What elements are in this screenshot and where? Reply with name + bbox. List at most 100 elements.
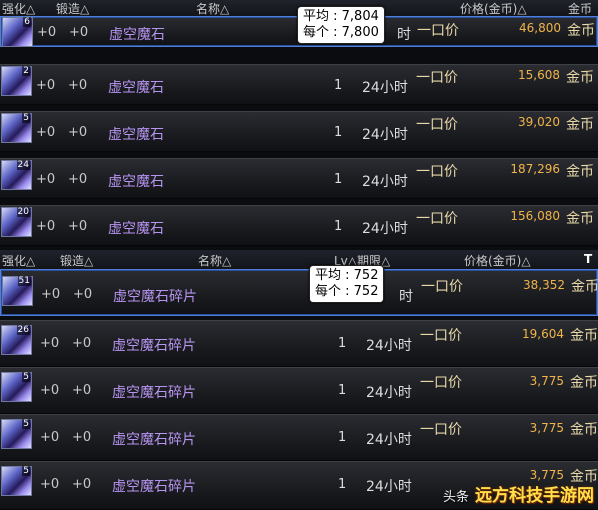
avg-label: 平均 : [315, 268, 354, 283]
level: 1 [338, 383, 347, 398]
item-name: 虚空魔石碎片 [112, 338, 196, 354]
price: 156,080 [510, 209, 560, 223]
price-tooltip: 平均 : 752 每个 : 752 [309, 265, 385, 303]
price-type: 一口价 [417, 23, 459, 39]
table-row[interactable]: 24 +0 +0 虚空魔石 1 24小时 一口价 187,296 金币 [0, 158, 598, 199]
price: 39,020 [518, 115, 560, 129]
currency: 金币 [566, 70, 594, 86]
duration: 24小时 [362, 127, 408, 143]
enhance-value: +0 [40, 336, 60, 351]
sort-forge[interactable]: 锻造△ [56, 0, 89, 17]
void-crystal-icon: 6 [2, 17, 33, 47]
item-name: 虚空魔石 [109, 27, 165, 43]
enhance-value: +0 [36, 172, 56, 187]
forge-value: +0 [69, 25, 89, 40]
void-shard-icon: 5 [1, 466, 32, 496]
duration: 24小时 [366, 338, 412, 354]
sort-price[interactable]: 价格(金币)△ [464, 252, 531, 269]
level: 1 [334, 125, 343, 140]
void-crystal-icon: 5 [1, 113, 32, 143]
enhance-value: +0 [40, 383, 60, 398]
level: 1 [338, 477, 347, 492]
duration: 24小时 [362, 221, 408, 237]
price-type: 一口价 [416, 117, 458, 133]
forge-value: +0 [72, 430, 92, 445]
sort-enhance[interactable]: 强化△ [2, 252, 35, 269]
forge-value: +0 [68, 78, 88, 93]
forge-value: +0 [68, 125, 88, 140]
void-shard-icon: 5 [1, 419, 32, 449]
table-row[interactable]: 20 +0 +0 虚空魔石 1 24小时 一口价 156,080 金币 [0, 205, 598, 246]
item-name: 虚空魔石碎片 [112, 479, 196, 495]
currency-header: T [584, 252, 593, 266]
table-row[interactable]: 26 +0 +0 虚空魔石碎片 1 24小时 一口价 19,604 金币 [0, 320, 598, 367]
watermark-prefix: 头条 [442, 490, 469, 505]
enhance-value: +0 [36, 219, 56, 234]
avg-label: 平均 : [303, 9, 342, 24]
sort-enhance[interactable]: 强化△ [2, 0, 35, 17]
price-type: 一口价 [420, 328, 462, 344]
table-row[interactable]: 5 +0 +0 虚空魔石碎片 1 24小时 一口价 3,775 金币 [0, 414, 598, 461]
void-shard-icon: 5 [1, 372, 32, 402]
price: 15,608 [518, 68, 560, 82]
each-label: 每个 : [303, 25, 342, 40]
enhance-value: +0 [40, 430, 60, 445]
sort-forge[interactable]: 锻造△ [60, 252, 93, 269]
currency: 金币 [570, 328, 598, 344]
table-row[interactable]: 5 +0 +0 虚空魔石碎片 1 24小时 一口价 3,775 金币 [0, 367, 598, 414]
void-crystal-icon: 20 [1, 207, 32, 237]
item-name: 虚空魔石 [108, 127, 164, 143]
level: 1 [338, 336, 347, 351]
enhance-value: +0 [40, 477, 60, 492]
table-row[interactable]: 2 +0 +0 虚空魔石 1 24小时 一口价 15,608 金币 [0, 64, 598, 105]
forge-value: +0 [72, 336, 92, 351]
table-header: 强化△ 锻造△ 名称△ Lv△期限△ 价格(金币)△ T [0, 250, 598, 270]
duration: 时 [397, 27, 411, 43]
sort-name[interactable]: 名称△ [196, 0, 229, 17]
price: 3,775 [529, 421, 564, 435]
forge-value: +0 [72, 477, 92, 492]
void-shard-icon: 51 [2, 276, 33, 306]
each-label: 每个 : [315, 284, 354, 299]
item-name: 虚空魔石碎片 [112, 432, 196, 448]
enhance-value: +0 [36, 78, 56, 93]
table-row[interactable]: 51 +0 +0 虚空魔石碎片 时 一口价 38,352 金币 [0, 269, 598, 316]
price: 38,352 [523, 278, 565, 292]
void-shard-icon: 26 [1, 325, 32, 355]
sort-name[interactable]: 名称△ [198, 252, 231, 269]
sort-price[interactable]: 价格(金币)△ [460, 0, 527, 17]
level: 1 [334, 172, 343, 187]
forge-value: +0 [72, 383, 92, 398]
item-name: 虚空魔石 [108, 221, 164, 237]
duration: 24小时 [366, 432, 412, 448]
price-tooltip: 平均 : 7,804 每个 : 7,800 [297, 6, 385, 44]
currency: 金币 [570, 422, 598, 438]
watermark-text: 远方科技手游网 [475, 486, 594, 506]
forge-value: +0 [68, 172, 88, 187]
table-row[interactable]: 5 +0 +0 虚空魔石 1 24小时 一口价 39,020 金币 [0, 111, 598, 152]
enhance-value: +0 [41, 287, 61, 302]
price-type: 一口价 [416, 70, 458, 86]
void-crystal-icon: 2 [1, 66, 32, 96]
price: 3,775 [529, 468, 564, 482]
currency: 金币 [566, 117, 594, 133]
price: 46,800 [519, 21, 561, 35]
each-value: 7,800 [341, 25, 379, 40]
price-type: 一口价 [416, 164, 458, 180]
item-name: 虚空魔石 [108, 174, 164, 190]
currency-header: 金币 [568, 2, 593, 16]
avg-value: 752 [353, 268, 379, 283]
duration: 24小时 [366, 479, 412, 495]
currency: 金币 [571, 279, 598, 295]
each-value: 752 [353, 284, 379, 299]
level: 1 [334, 78, 343, 93]
price-type: 一口价 [420, 375, 462, 391]
duration: 24小时 [366, 385, 412, 401]
site-watermark: 头条 远方科技手游网 [443, 481, 594, 506]
forge-value: +0 [68, 219, 88, 234]
price: 19,604 [522, 327, 564, 341]
item-name: 虚空魔石 [108, 80, 164, 96]
price-type: 一口价 [421, 279, 463, 295]
currency: 金币 [570, 375, 598, 391]
currency: 金币 [566, 211, 594, 227]
